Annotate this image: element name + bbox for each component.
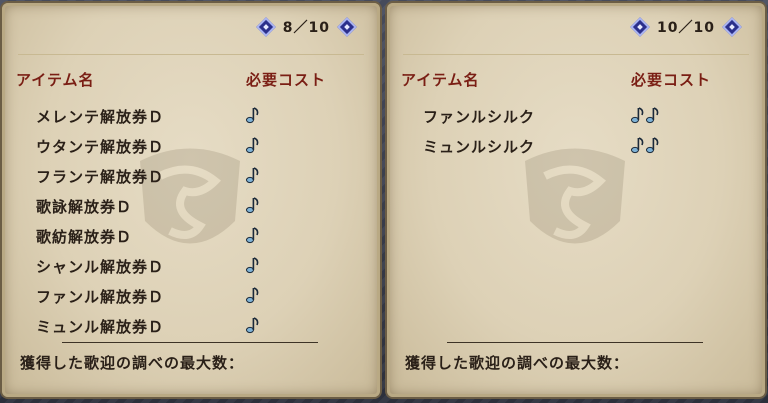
item-name: フランテ解放券Ｄ — [36, 168, 165, 186]
music-note-icon — [646, 136, 660, 154]
music-note-icon — [646, 106, 660, 124]
divider — [403, 54, 749, 55]
cost-notes — [631, 106, 660, 124]
list-item[interactable]: メレンテ解放券Ｄ — [2, 103, 380, 131]
item-name: 歌紡解放券Ｄ — [36, 228, 133, 246]
music-note-icon — [246, 166, 260, 184]
next-page-icon[interactable] — [722, 17, 742, 37]
item-list-panel-right: 10／10 アイテム名 必要コスト ファンルシルク ミュンルシルク 獲得した歌迎… — [387, 3, 765, 397]
cost-notes — [246, 316, 260, 334]
music-note-icon — [246, 226, 260, 244]
item-name: ミュンルシルク — [423, 138, 536, 156]
page-indicator: 10／10 — [657, 20, 715, 36]
music-note-icon — [246, 106, 260, 124]
divider — [18, 54, 364, 55]
cost-notes — [246, 286, 260, 304]
cost-notes — [246, 226, 260, 244]
item-name: 歌詠解放券Ｄ — [36, 198, 133, 216]
list-item[interactable]: 歌紡解放券Ｄ — [2, 223, 380, 251]
max-count-label: 獲得した歌迎の調べの最大数： — [405, 354, 630, 372]
item-name: ファンル解放券Ｄ — [36, 288, 165, 306]
list-item[interactable]: ミュンル解放券Ｄ — [2, 313, 380, 341]
prev-page-icon[interactable] — [630, 17, 650, 37]
page-indicator: 8／10 — [282, 20, 330, 36]
column-header-item-name: アイテム名 — [401, 71, 480, 89]
pager: 10／10 — [630, 15, 742, 39]
cost-notes — [246, 106, 260, 124]
prev-page-icon[interactable] — [255, 17, 276, 37]
music-note-icon — [631, 106, 645, 124]
item-name: メレンテ解放券Ｄ — [36, 108, 165, 126]
list-item[interactable]: ファンル解放券Ｄ — [2, 283, 380, 311]
music-note-icon — [246, 316, 260, 334]
cost-notes — [631, 136, 660, 154]
music-note-icon — [246, 256, 260, 274]
list-item[interactable]: シャンル解放券Ｄ — [2, 253, 380, 281]
max-count-label: 獲得した歌迎の調べの最大数： — [20, 354, 245, 372]
list-item[interactable]: 歌詠解放券Ｄ — [2, 193, 380, 221]
item-list-panel-left: 8／10 アイテム名 必要コスト メレンテ解放券Ｄ ウタンテ解放券Ｄ フランテ解… — [2, 3, 380, 397]
music-note-icon — [246, 136, 260, 154]
cost-notes — [246, 136, 260, 154]
cost-notes — [246, 166, 260, 184]
music-note-icon — [246, 286, 260, 304]
column-header-item-name: アイテム名 — [16, 71, 95, 89]
item-name: シャンル解放券Ｄ — [36, 258, 165, 276]
item-name: ウタンテ解放券Ｄ — [36, 138, 165, 156]
divider — [62, 342, 318, 343]
cost-notes — [246, 256, 260, 274]
list-item[interactable]: ウタンテ解放券Ｄ — [2, 133, 380, 161]
pager: 8／10 — [255, 15, 357, 39]
column-header-cost: 必要コスト — [631, 71, 712, 89]
item-name: ファンルシルク — [423, 108, 536, 126]
music-note-icon — [246, 196, 260, 214]
next-page-icon[interactable] — [337, 17, 357, 37]
list-item[interactable]: ファンルシルク — [387, 103, 765, 131]
list-item[interactable]: ミュンルシルク — [387, 133, 765, 161]
music-note-icon — [631, 136, 645, 154]
item-name: ミュンル解放券Ｄ — [36, 318, 165, 336]
cost-notes — [246, 196, 260, 214]
column-header-cost: 必要コスト — [246, 71, 327, 89]
divider — [447, 342, 703, 343]
list-item[interactable]: フランテ解放券Ｄ — [2, 163, 380, 191]
